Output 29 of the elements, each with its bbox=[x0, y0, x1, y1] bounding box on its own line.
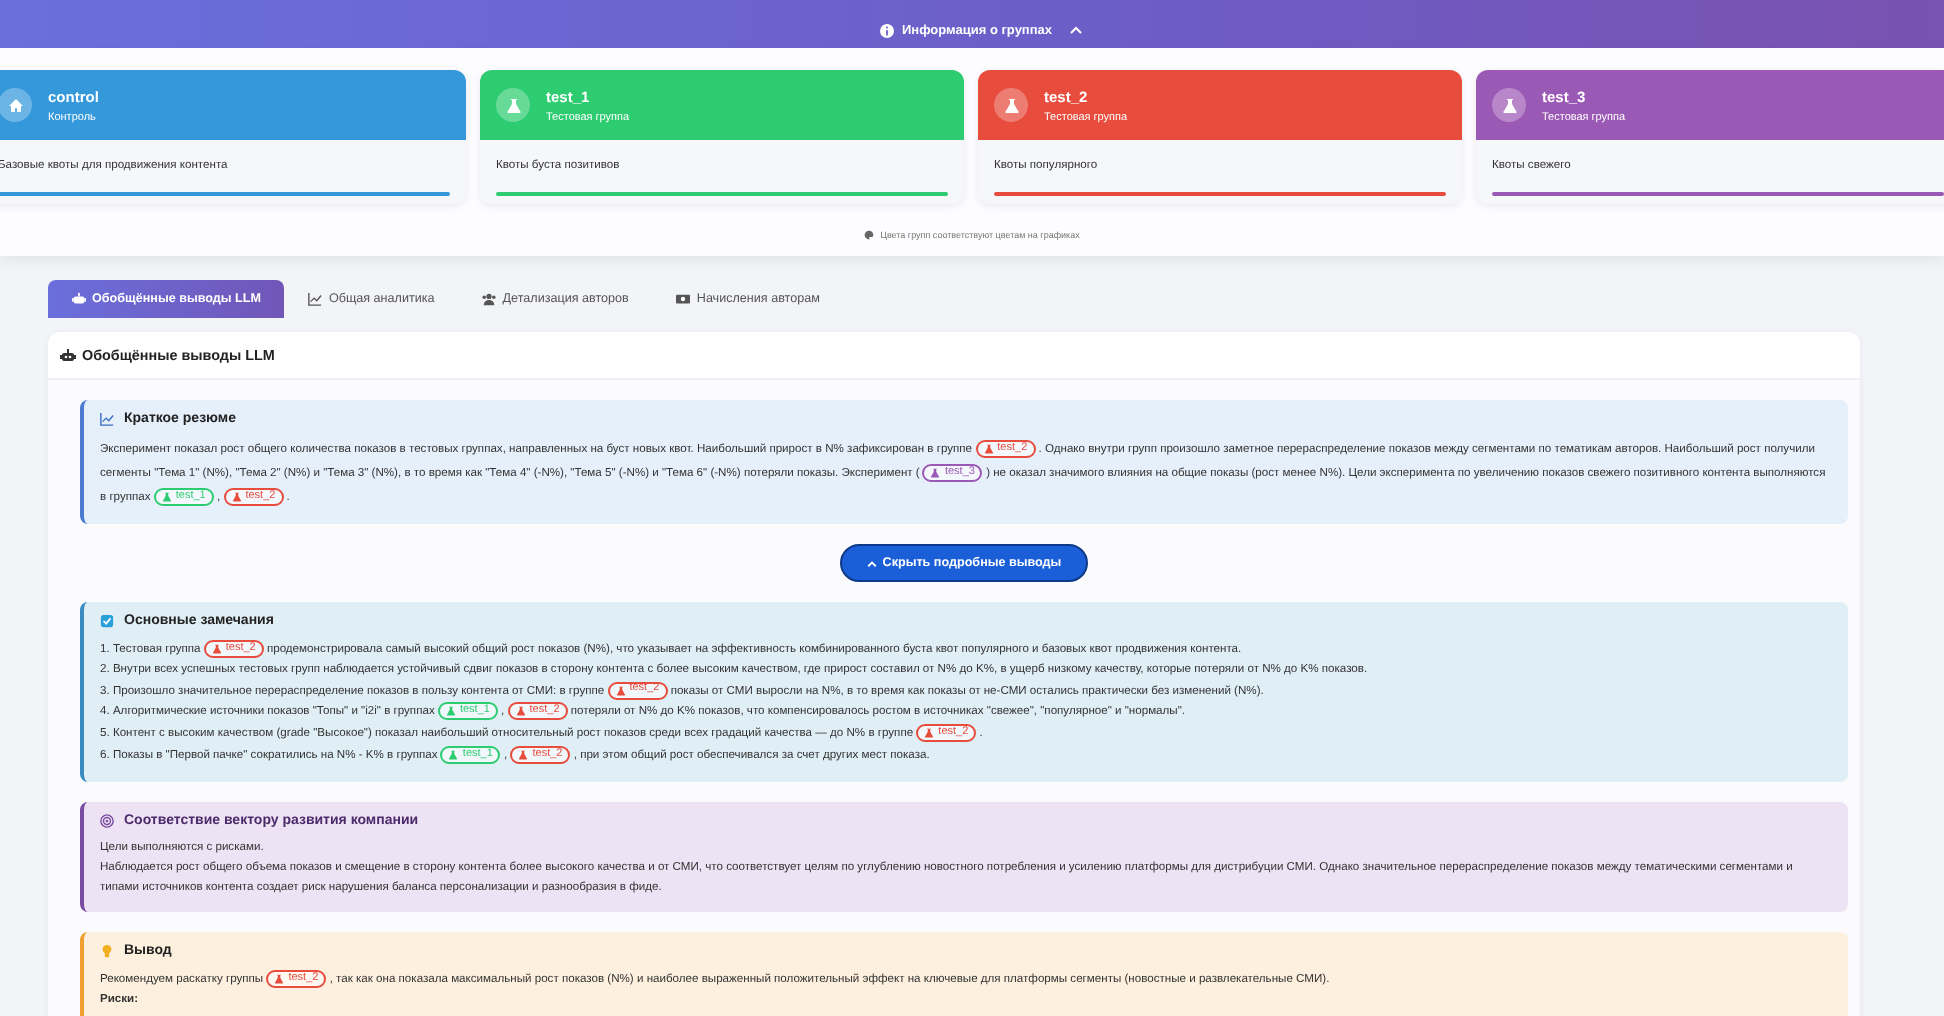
flask-icon bbox=[930, 467, 941, 478]
house-icon bbox=[7, 97, 23, 113]
checkbox-icon bbox=[100, 614, 114, 628]
flask-icon bbox=[231, 491, 242, 502]
palette-icon bbox=[864, 230, 875, 240]
flask-icon bbox=[445, 706, 456, 717]
chevron-up-icon bbox=[1068, 22, 1085, 38]
flask-icon bbox=[518, 750, 529, 761]
flask-icon bbox=[924, 728, 935, 739]
flask-icon bbox=[505, 97, 521, 113]
flask-icon bbox=[1501, 97, 1517, 113]
robot-icon bbox=[72, 292, 86, 306]
line-chart-icon bbox=[100, 412, 114, 426]
flask-icon bbox=[615, 685, 626, 696]
flask-icon bbox=[515, 706, 526, 717]
line-chart-icon bbox=[308, 292, 323, 306]
flask-icon bbox=[1003, 97, 1019, 113]
target-icon bbox=[100, 813, 114, 828]
info-icon bbox=[879, 23, 894, 37]
users-icon bbox=[482, 292, 497, 306]
banknote-icon bbox=[676, 292, 691, 306]
flask-icon bbox=[983, 443, 994, 454]
chevron-up-icon bbox=[866, 557, 879, 569]
flask-icon bbox=[161, 491, 172, 502]
flask-icon bbox=[211, 644, 222, 654]
flask-icon bbox=[274, 974, 285, 985]
robot-icon bbox=[60, 347, 76, 363]
flask-icon bbox=[448, 750, 459, 761]
lightbulb-icon bbox=[100, 944, 114, 959]
